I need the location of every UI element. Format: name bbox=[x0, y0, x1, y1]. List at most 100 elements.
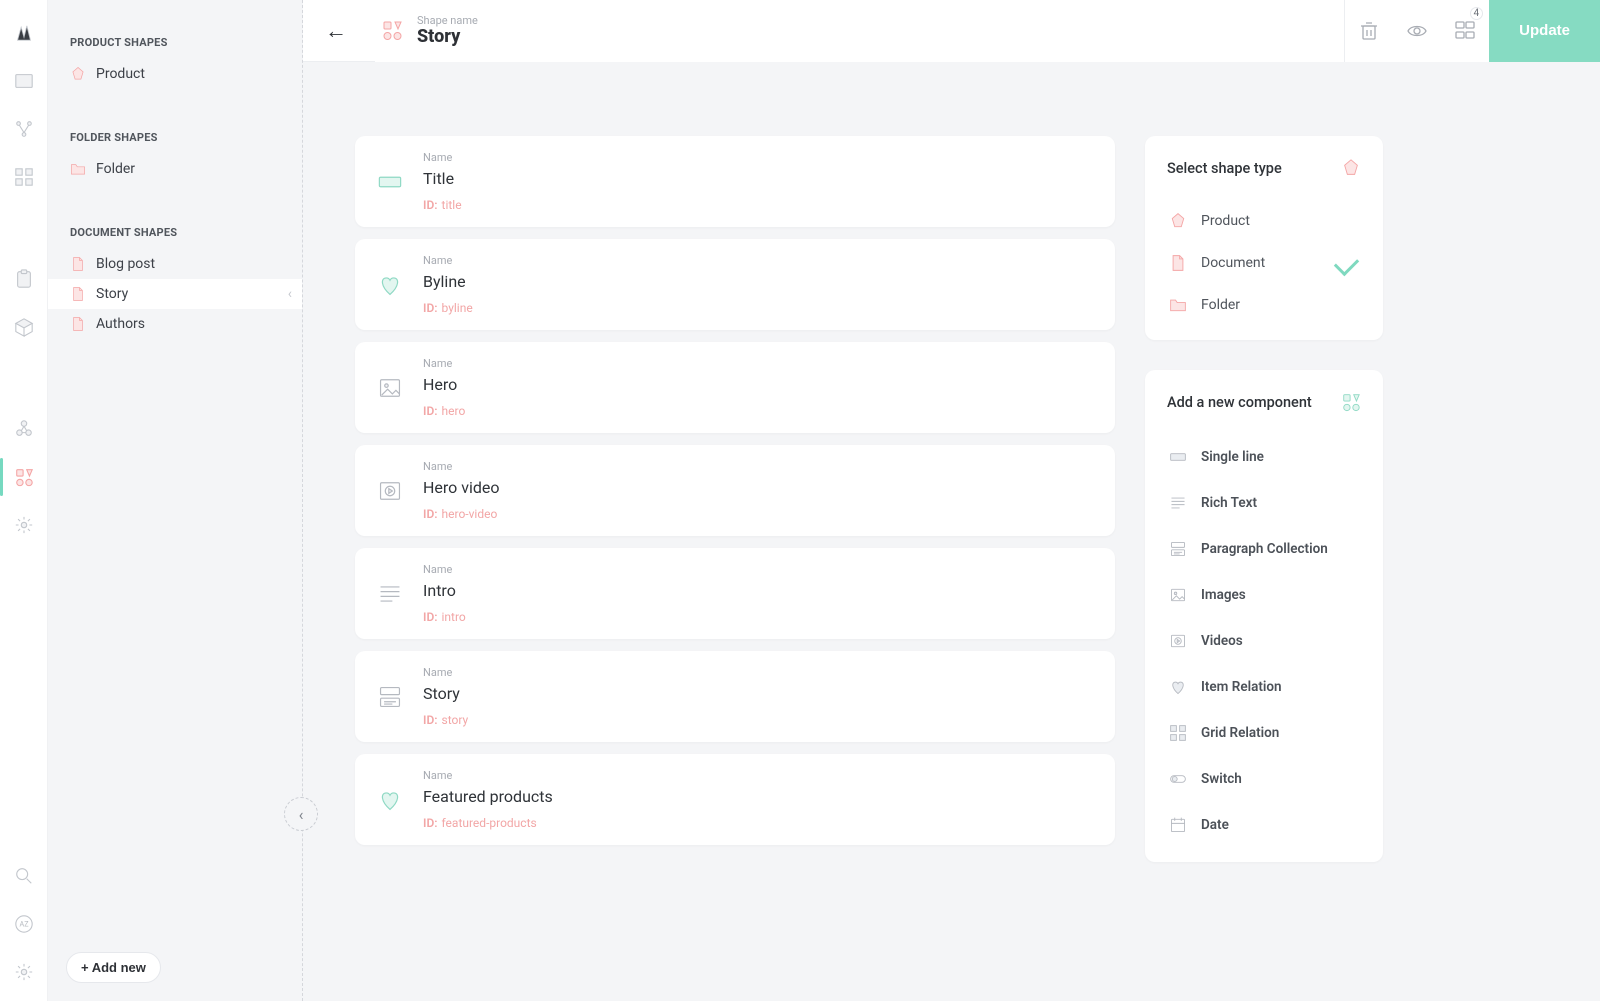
component-id: ID: hero-video bbox=[423, 503, 500, 522]
add-single-line[interactable]: Single line bbox=[1167, 434, 1361, 480]
component-hero-video[interactable]: Name Hero video ID: hero-video bbox=[355, 445, 1115, 536]
sidebar-item-label: Blog post bbox=[96, 256, 155, 272]
add-component-label: Item Relation bbox=[1201, 679, 1282, 695]
component-type-icon bbox=[1169, 678, 1187, 696]
add-component-label: Grid Relation bbox=[1201, 725, 1279, 741]
add-grid-relation[interactable]: Grid Relation bbox=[1167, 710, 1361, 756]
component-type-icon bbox=[377, 375, 403, 401]
add-component-label: Videos bbox=[1201, 633, 1243, 649]
component-type-icon bbox=[1169, 448, 1187, 466]
shape-type-icon bbox=[1169, 254, 1187, 272]
sidebar-item-product[interactable]: Product bbox=[48, 59, 302, 89]
collapse-sidebar-button[interactable]: ‹ bbox=[284, 797, 318, 831]
component-type-icon bbox=[377, 684, 403, 710]
language-icon[interactable] bbox=[13, 913, 35, 935]
sidebar-item-label: Folder bbox=[96, 161, 135, 177]
cube-icon[interactable] bbox=[13, 316, 35, 338]
webhook-icon[interactable] bbox=[13, 418, 35, 440]
component-id: ID: story bbox=[423, 709, 468, 728]
component-name: Byline bbox=[423, 272, 473, 291]
component-hero[interactable]: Name Hero ID: hero bbox=[355, 342, 1115, 433]
component-name-label: Name bbox=[423, 460, 500, 473]
component-id: ID: intro bbox=[423, 606, 466, 625]
add-switch[interactable]: Switch bbox=[1167, 756, 1361, 802]
catalog-icon[interactable] bbox=[13, 70, 35, 92]
search-icon[interactable] bbox=[13, 865, 35, 887]
component-type-icon bbox=[1169, 494, 1187, 512]
shape-type-folder[interactable]: Folder bbox=[1167, 284, 1361, 326]
main: ← Shape name Story 4 bbox=[303, 0, 1600, 1001]
add-images[interactable]: Images bbox=[1167, 572, 1361, 618]
component-id: ID: byline bbox=[423, 297, 473, 316]
component-name: Hero bbox=[423, 375, 465, 394]
add-videos[interactable]: Videos bbox=[1167, 618, 1361, 664]
shape-type-document[interactable]: Document bbox=[1167, 242, 1361, 284]
sidebar-item-label: Story bbox=[96, 286, 128, 302]
component-type-icon bbox=[1169, 586, 1187, 604]
add-rich-text[interactable]: Rich Text bbox=[1167, 480, 1361, 526]
component-featured-products[interactable]: Name Featured products ID: featured-prod… bbox=[355, 754, 1115, 845]
update-button[interactable]: Update bbox=[1489, 0, 1600, 62]
component-name: Title bbox=[423, 169, 462, 188]
components-list: Name Title ID: title Name Byline ID: byl… bbox=[355, 136, 1115, 971]
add-new-button[interactable]: + Add new bbox=[66, 952, 161, 983]
component-title[interactable]: Name Title ID: title bbox=[355, 136, 1115, 227]
component-name-label: Name bbox=[423, 151, 462, 164]
component-name-label: Name bbox=[423, 563, 466, 576]
shape-type-label: Product bbox=[1201, 213, 1250, 229]
component-type-icon bbox=[377, 787, 403, 813]
shape-header-icon bbox=[381, 19, 403, 41]
component-id: ID: title bbox=[423, 194, 462, 213]
add-component-panel: Add a new component Single line Rich Tex… bbox=[1145, 370, 1383, 862]
component-name: Intro bbox=[423, 581, 466, 600]
component-name-label: Name bbox=[423, 666, 468, 679]
shape-icon bbox=[70, 286, 86, 302]
component-name: Story bbox=[423, 684, 468, 703]
shape-type-product[interactable]: Product bbox=[1167, 200, 1361, 242]
sidebar-item-folder[interactable]: Folder bbox=[48, 154, 302, 184]
sidebar-item-label: Product bbox=[96, 66, 145, 82]
gear-icon[interactable] bbox=[13, 961, 35, 983]
shape-type-panel: Select shape type Product Document Folde… bbox=[1145, 136, 1383, 340]
sidebar-item-story[interactable]: Story bbox=[48, 279, 302, 309]
component-id: ID: hero bbox=[423, 400, 465, 419]
add-component-label: Date bbox=[1201, 817, 1229, 833]
sidebar-item-authors[interactable]: Authors bbox=[48, 309, 302, 339]
sidebar-item-label: Authors bbox=[96, 316, 145, 332]
add-component-label: Switch bbox=[1201, 771, 1242, 787]
delete-button[interactable] bbox=[1345, 0, 1393, 62]
shape-icon bbox=[70, 316, 86, 332]
shape-type-label: Folder bbox=[1201, 297, 1240, 313]
component-story[interactable]: Name Story ID: story bbox=[355, 651, 1115, 742]
shapes-icon[interactable] bbox=[13, 466, 35, 488]
component-type-icon bbox=[1169, 724, 1187, 742]
add-item-relation[interactable]: Item Relation bbox=[1167, 664, 1361, 710]
usages-count-badge: 4 bbox=[1470, 7, 1484, 20]
page-title: Story bbox=[417, 27, 478, 47]
add-component-label: Rich Text bbox=[1201, 495, 1257, 511]
sidebar-heading: DOCUMENT SHAPES bbox=[48, 226, 302, 249]
preview-button[interactable] bbox=[1393, 0, 1441, 62]
grid-icon[interactable] bbox=[13, 166, 35, 188]
logo-icon[interactable] bbox=[13, 22, 35, 44]
add-date[interactable]: Date bbox=[1167, 802, 1361, 848]
shape-icon bbox=[70, 256, 86, 272]
sidebar-item-blog-post[interactable]: Blog post bbox=[48, 249, 302, 279]
component-type-icon bbox=[1169, 770, 1187, 788]
back-arrow-icon[interactable]: ← bbox=[325, 18, 347, 44]
tree-icon[interactable] bbox=[13, 118, 35, 140]
component-name: Hero video bbox=[423, 478, 500, 497]
sidebar-heading: FOLDER SHAPES bbox=[48, 131, 302, 154]
component-byline[interactable]: Name Byline ID: byline bbox=[355, 239, 1115, 330]
shape-icon bbox=[70, 66, 86, 82]
clipboard-icon[interactable] bbox=[13, 268, 35, 290]
add-component-title: Add a new component bbox=[1167, 394, 1312, 411]
usages-button[interactable]: 4 bbox=[1441, 0, 1489, 62]
component-id: ID: featured-products bbox=[423, 812, 553, 831]
shape-type-icon bbox=[1169, 212, 1187, 230]
settings-icon[interactable] bbox=[13, 514, 35, 536]
icon-rail bbox=[0, 0, 48, 1001]
component-type-icon bbox=[1169, 816, 1187, 834]
add-paragraph-collection[interactable]: Paragraph Collection bbox=[1167, 526, 1361, 572]
component-intro[interactable]: Name Intro ID: intro bbox=[355, 548, 1115, 639]
